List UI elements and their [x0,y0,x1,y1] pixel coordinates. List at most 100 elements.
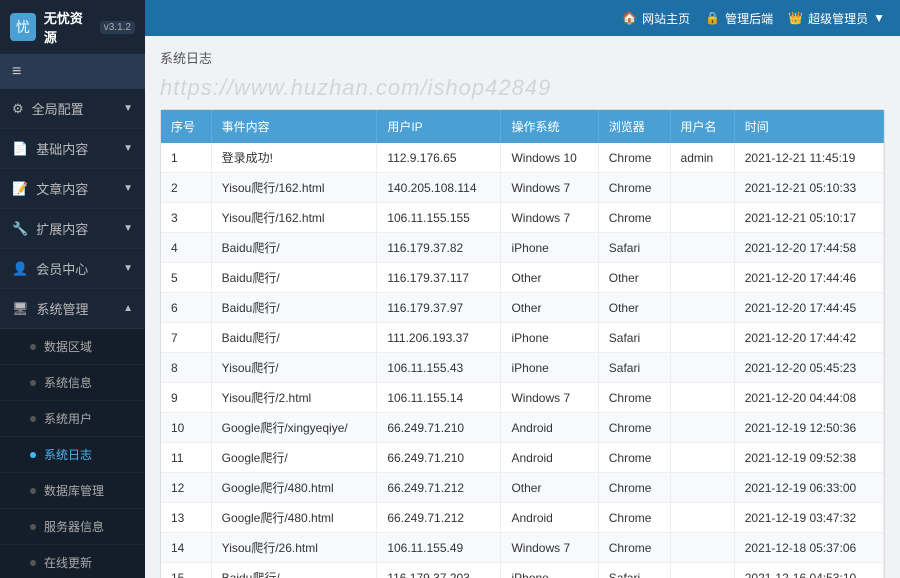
table-cell: 10 [161,413,211,443]
manage-backend-link[interactable]: 🔒 管理后端 [705,10,773,27]
table-cell [670,353,734,383]
content-area: 系统日志 https://www.huzhan.com/ishop42849 序… [145,36,900,578]
sidebar-item-global-config[interactable]: ⚙全局配置 ▼ [0,89,145,129]
table-cell: 116.179.37.203 [377,563,501,578]
table-cell: Android [501,443,598,473]
watermark-text: https://www.huzhan.com/ishop42849 [160,75,885,101]
table-cell: Yisou爬行/2.html [211,383,377,413]
topbar: 🏠 网站主页 🔒 管理后端 👑 超级管理员 ▼ [145,0,900,36]
table-cell: 2021-12-21 05:10:33 [734,173,883,203]
table-cell: 2021-12-19 12:50:36 [734,413,883,443]
table-cell: 112.9.176.65 [377,143,501,173]
table-cell: 1 [161,143,211,173]
sidebar-item-system-manage[interactable]: 🖥系统管理 ▲ [0,289,145,329]
chevron-icon: ▼ [123,183,133,194]
sidebar-item-system-log[interactable]: 系统日志 [0,437,145,473]
table-cell: 11 [161,443,211,473]
admin-user-menu[interactable]: 👑 超级管理员 ▼ [788,10,885,27]
basic-icon: 📄 [12,141,28,157]
table-cell [670,233,734,263]
table-cell: 14 [161,533,211,563]
log-table-container: 序号 事件内容 用户IP 操作系统 浏览器 用户名 时间 1登录成功!112.9… [160,109,885,578]
table-cell: iPhone [501,233,598,263]
table-row: 1登录成功!112.9.176.65Windows 10Chromeadmin2… [161,143,884,173]
table-cell: 66.249.71.210 [377,413,501,443]
sidebar-item-data-region[interactable]: 数据区域 [0,329,145,365]
table-cell: Chrome [598,203,670,233]
table-cell: Baidu爬行/ [211,293,377,323]
col-header-time: 时间 [734,110,883,143]
table-cell: Chrome [598,443,670,473]
sidebar-item-db-manage[interactable]: 数据库管理 [0,473,145,509]
table-cell: Baidu爬行/ [211,233,377,263]
admin-label: 超级管理员 [808,10,868,27]
col-header-event: 事件内容 [211,110,377,143]
table-cell: Safari [598,563,670,578]
table-cell: Other [501,473,598,503]
table-cell [670,443,734,473]
table-cell: 2021-12-20 17:44:58 [734,233,883,263]
dot-icon [30,380,36,386]
table-cell: Android [501,413,598,443]
col-header-os: 操作系统 [501,110,598,143]
table-cell: 2021-12-19 09:52:38 [734,443,883,473]
table-cell: 66.249.71.210 [377,443,501,473]
sidebar-item-basic-content[interactable]: 📄基础内容 ▼ [0,129,145,169]
chevron-icon: ▲ [123,303,133,314]
table-header-row: 序号 事件内容 用户IP 操作系统 浏览器 用户名 时间 [161,110,884,143]
table-cell: 116.179.37.97 [377,293,501,323]
table-cell: Windows 7 [501,203,598,233]
table-cell: Windows 7 [501,533,598,563]
sidebar-item-system-info[interactable]: 系统信息 [0,365,145,401]
chevron-icon: ▼ [123,263,133,274]
sidebar-item-system-users[interactable]: 系统用户 [0,401,145,437]
config-icon: ⚙ [12,101,24,117]
table-cell: Safari [598,233,670,263]
table-cell: Yisou爬行/162.html [211,173,377,203]
table-cell: 2021-12-19 06:33:00 [734,473,883,503]
table-cell: Safari [598,353,670,383]
table-cell [670,563,734,578]
table-cell [670,473,734,503]
table-cell [670,293,734,323]
sidebar-item-server-info[interactable]: 服务器信息 [0,509,145,545]
home-icon: 🏠 [622,11,637,25]
sidebar-item-online-update[interactable]: 在线更新 [0,545,145,578]
table-cell: Baidu爬行/ [211,563,377,578]
col-header-id: 序号 [161,110,211,143]
table-cell [670,173,734,203]
admin-icon: 👑 [788,11,803,25]
table-cell: Chrome [598,473,670,503]
table-cell: 8 [161,353,211,383]
table-cell: 111.206.193.37 [377,323,501,353]
table-cell: 106.11.155.14 [377,383,501,413]
menu-toggle[interactable]: ≡ [0,55,145,89]
sidebar-item-article-content[interactable]: 📝文章内容 ▼ [0,169,145,209]
sidebar-item-member-center[interactable]: 👤会员中心 ▼ [0,249,145,289]
table-row: 8Yisou爬行/106.11.155.43iPhoneSafari2021-1… [161,353,884,383]
table-cell: 2021-12-16 04:53:10 [734,563,883,578]
logo-text: 无忧资源 [44,8,92,46]
sidebar: 忧 无忧资源 v3.1.2 ≡ ⚙全局配置 ▼ 📄基础内容 ▼ 📝文章内容 ▼ … [0,0,145,578]
table-cell: 2021-12-20 17:44:45 [734,293,883,323]
version-badge: v3.1.2 [100,21,135,34]
dot-icon [30,344,36,350]
manage-backend-label: 管理后端 [725,10,773,27]
sidebar-item-extend-content[interactable]: 🔧扩展内容 ▼ [0,209,145,249]
table-cell: Chrome [598,383,670,413]
table-cell: 106.11.155.155 [377,203,501,233]
table-row: 6Baidu爬行/116.179.37.97OtherOther2021-12-… [161,293,884,323]
table-row: 9Yisou爬行/2.html106.11.155.14Windows 7Chr… [161,383,884,413]
table-cell: Chrome [598,533,670,563]
dot-icon [30,488,36,494]
article-icon: 📝 [12,181,28,197]
table-cell: iPhone [501,323,598,353]
table-row: 5Baidu爬行/116.179.37.117OtherOther2021-12… [161,263,884,293]
table-cell: 66.249.71.212 [377,503,501,533]
website-home-link[interactable]: 🏠 网站主页 [622,10,690,27]
table-cell: Google爬行/xingyeqiye/ [211,413,377,443]
table-cell: Yisou爬行/26.html [211,533,377,563]
table-cell [670,323,734,353]
menu-section: ⚙全局配置 ▼ 📄基础内容 ▼ 📝文章内容 ▼ 🔧扩展内容 ▼ 👤会员中心 ▼ … [0,89,145,578]
logo-icon: 忧 [10,13,36,41]
